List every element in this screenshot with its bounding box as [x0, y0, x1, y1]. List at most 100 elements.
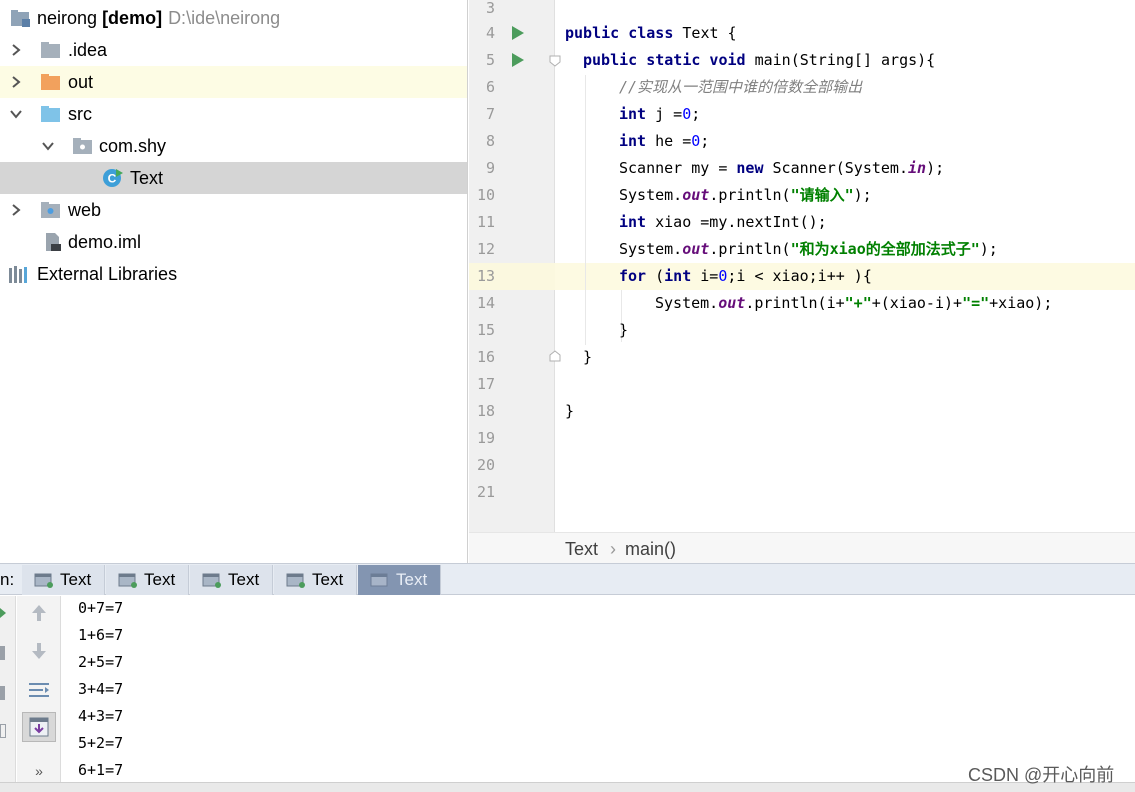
stop-icon[interactable] — [0, 646, 5, 660]
status-bar — [0, 782, 1135, 792]
code-line-4: public class Text { — [565, 24, 737, 42]
package-icon — [73, 138, 92, 154]
console-line: 4+3=7 — [78, 707, 124, 725]
line-number: 8 — [485, 132, 495, 150]
line-number: 18 — [476, 402, 495, 420]
watermark: CSDN @开心向前 — [968, 765, 1115, 785]
breadcrumb-method[interactable]: main() — [625, 538, 676, 560]
run-config-icon — [34, 573, 53, 588]
run-actions-strip — [0, 596, 16, 792]
tree-item-label: out — [68, 72, 94, 92]
line-number: 12 — [476, 240, 495, 258]
console-toolbar: » — [17, 596, 61, 792]
chevron-right-icon[interactable] — [6, 40, 26, 60]
tree-item-iml[interactable]: demo.iml — [0, 226, 467, 258]
line-number: 6 — [485, 78, 495, 96]
tree-item-label: .idea — [68, 40, 108, 60]
scroll-to-end-icon[interactable] — [22, 712, 56, 742]
iml-file-icon — [46, 233, 61, 251]
console-line: 1+6=7 — [78, 626, 124, 644]
code-line-8: int he =0; — [619, 132, 710, 150]
run-tab-3[interactable]: Text — [190, 565, 273, 595]
indent-guide — [585, 75, 586, 345]
libraries-icon — [9, 266, 27, 283]
code-line-6: //实现从一范围中谁的倍数全部输出 — [619, 78, 863, 96]
run-tab-label: Text — [228, 570, 260, 589]
tree-item-web[interactable]: web — [0, 194, 467, 226]
line-number: 9 — [485, 159, 495, 177]
run-main-icon[interactable] — [511, 52, 525, 68]
console-output[interactable]: 0+7=7 1+6=7 2+5=7 3+4=7 4+3=7 5+2=7 6+1=… — [62, 596, 1135, 782]
tree-item-package[interactable]: com.shy — [0, 130, 467, 162]
run-tab-5-active[interactable]: Text — [358, 565, 441, 595]
tree-item-idea[interactable]: .idea — [0, 34, 467, 66]
tree-item-label: External Libraries — [37, 264, 178, 284]
line-number: 3 — [485, 0, 495, 17]
scroll-down-icon[interactable] — [22, 636, 56, 666]
run-tab-1[interactable]: Text — [22, 565, 105, 595]
tree-item-external-libraries[interactable]: External Libraries — [0, 258, 467, 290]
module-folder-icon — [11, 10, 30, 27]
line-number: 19 — [476, 429, 495, 447]
svg-text:C: C — [108, 172, 117, 186]
line-number: 5 — [485, 51, 495, 69]
console-line: 3+4=7 — [78, 680, 124, 698]
console-line: 2+5=7 — [78, 653, 124, 671]
console-line: 0+7=7 — [78, 599, 124, 617]
tree-item-label: com.shy — [99, 136, 167, 156]
line-number: 4 — [485, 24, 495, 42]
line-number: 7 — [485, 105, 495, 123]
chevron-down-icon[interactable] — [6, 104, 26, 124]
line-number: 11 — [476, 213, 495, 231]
run-tab-label: Text — [144, 570, 176, 589]
tree-item-text-class[interactable]: C Text — [0, 162, 467, 194]
tree-item-label: src — [68, 104, 92, 124]
java-class-icon: C — [103, 169, 123, 187]
chevron-down-icon[interactable] — [38, 136, 58, 156]
run-tab-4[interactable]: Text — [274, 565, 357, 595]
line-number: 16 — [476, 348, 495, 366]
tree-root-label: neirong [demo] D:\ide\neirong — [37, 8, 281, 28]
line-number: 21 — [476, 483, 495, 501]
scroll-up-icon[interactable] — [22, 598, 56, 628]
code-line-13: for (int i=0;i < xiao;i++ ){ — [619, 267, 872, 285]
source-folder-icon — [41, 106, 60, 122]
line-number: 17 — [476, 375, 495, 393]
tree-item-out[interactable]: out — [0, 66, 467, 98]
chevron-right-icon[interactable] — [6, 200, 26, 220]
soft-wrap-icon[interactable] — [22, 675, 56, 705]
console-line: 6+1=7 — [78, 761, 124, 779]
run-config-icon — [202, 573, 221, 588]
chevron-right-icon[interactable] — [6, 72, 26, 92]
code-line-14: System.out.println(i+"+"+(xiao-i)+"="+xi… — [655, 294, 1053, 312]
rerun-icon[interactable] — [0, 608, 6, 618]
run-config-icon — [286, 573, 305, 588]
code-line-12: System.out.println("和为xiao的全部加法式子"); — [619, 240, 998, 258]
settings-icon[interactable] — [0, 724, 6, 738]
folder-icon — [41, 42, 60, 58]
fold-marker-icon[interactable] — [549, 350, 561, 362]
tree-root[interactable]: neirong [demo] D:\ide\neirong — [0, 2, 467, 34]
run-tab-label: Text — [60, 570, 92, 589]
web-folder-icon — [41, 202, 60, 218]
run-tab-label: Text — [312, 570, 344, 589]
line-number: 10 — [476, 186, 495, 204]
pause-icon[interactable] — [0, 686, 5, 700]
project-tool-window: neirong [demo] D:\ide\neirong .idea out s… — [0, 0, 468, 563]
tree-item-src[interactable]: src — [0, 98, 467, 130]
run-class-icon[interactable] — [511, 25, 525, 41]
run-label: n: — [0, 570, 15, 589]
fold-marker-icon[interactable] — [549, 55, 561, 67]
breadcrumb: Text › main() — [469, 532, 1135, 563]
code-line-9: Scanner my = new Scanner(System.in); — [619, 159, 945, 177]
run-tab-2[interactable]: Text — [106, 565, 189, 595]
code-line-7: int j =0; — [619, 105, 701, 123]
line-number: 14 — [476, 294, 495, 312]
line-number: 15 — [476, 321, 495, 339]
run-tab-label: Text — [396, 570, 428, 589]
code-line-11: int xiao =my.nextInt(); — [619, 213, 827, 231]
run-config-icon — [118, 573, 137, 588]
breadcrumb-class[interactable]: Text — [565, 538, 598, 560]
breadcrumb-separator: › — [610, 539, 616, 559]
code-editor[interactable]: 3 4 5 6 7 8 9 10 11 12 13 14 15 16 17 18… — [469, 0, 1135, 532]
